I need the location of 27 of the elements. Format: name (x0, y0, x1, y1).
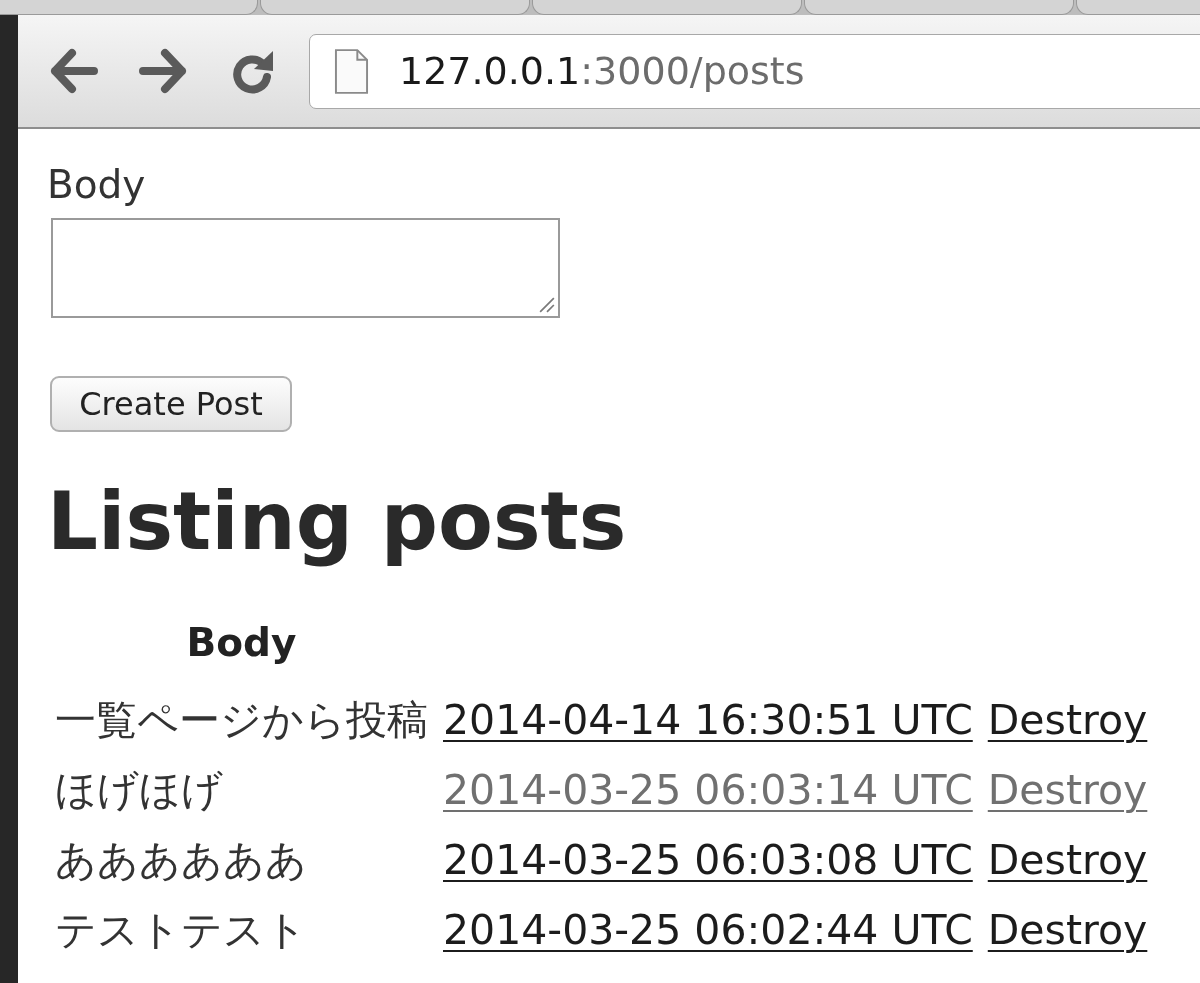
column-header: Body (185, 619, 298, 667)
body-textarea[interactable] (51, 218, 560, 318)
browser-tab[interactable] (260, 0, 530, 15)
create-post-button[interactable]: Create Post (50, 376, 292, 432)
page-icon (334, 47, 369, 95)
resize-grip-icon (539, 297, 555, 313)
destroy-link[interactable]: Destroy (987, 836, 1148, 884)
browser-tab[interactable] (804, 0, 1074, 15)
table-cell-text: テストテスト (55, 905, 308, 956)
destroy-link[interactable]: Destroy (987, 766, 1148, 814)
destroy-link[interactable]: Destroy (987, 906, 1148, 954)
page-heading: Listing posts (47, 476, 627, 568)
left-arrow-icon[interactable] (50, 48, 98, 94)
browser-tab[interactable] (0, 0, 258, 15)
timestamp-link[interactable]: 2014-04-14 16:30:51 UTC (443, 696, 973, 744)
timestamp-link[interactable]: 2014-03-25 06:03:14 UTC (443, 766, 973, 814)
table-cell-text: 一覧ページから投稿 (55, 695, 428, 746)
timestamp-link[interactable]: 2014-03-25 06:03:08 UTC (443, 836, 973, 884)
address-field[interactable]: 127.0.0.1:3000/posts (309, 33, 1200, 109)
timestamp-link[interactable]: 2014-03-25 06:02:44 UTC (443, 906, 973, 954)
browser-tab[interactable] (532, 0, 802, 15)
right-arrow-icon[interactable] (139, 48, 187, 94)
destroy-link[interactable]: Destroy (987, 696, 1148, 744)
field-label: Body (47, 162, 146, 208)
table-cell-text: ああああああ (55, 835, 308, 886)
table-cell-text: ほげほげ (55, 765, 224, 816)
url-text: 127.0.0.1:3000/posts (399, 48, 805, 94)
